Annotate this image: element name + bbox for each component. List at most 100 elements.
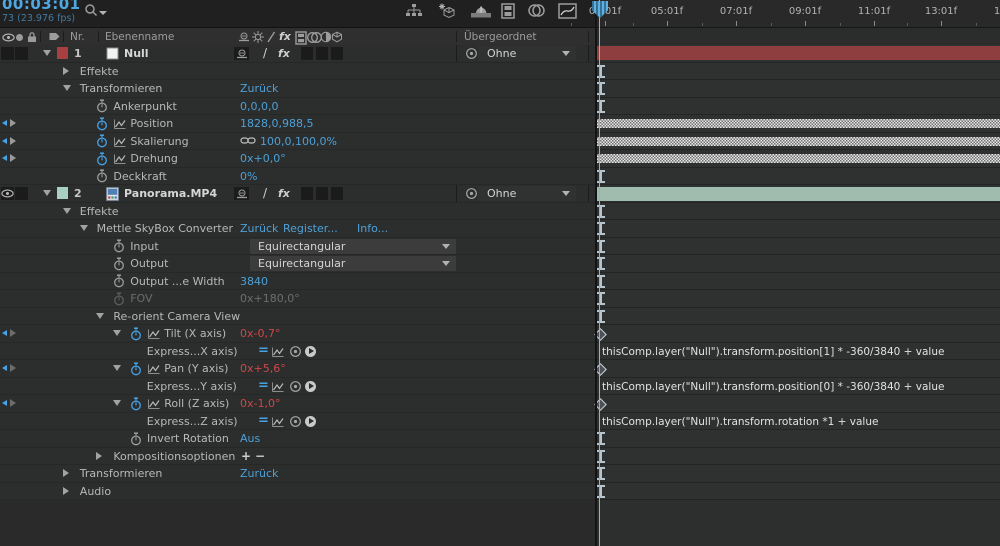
eye-icon[interactable] bbox=[2, 33, 15, 42]
reset-link[interactable]: Register... bbox=[283, 222, 338, 235]
audio-switch[interactable] bbox=[15, 187, 28, 200]
current-timecode[interactable]: 00:03:01 bbox=[2, 0, 81, 13]
layer-switch-cell[interactable] bbox=[331, 187, 343, 200]
graph-toggle-icon[interactable] bbox=[147, 328, 161, 340]
stopwatch-icon[interactable] bbox=[130, 327, 142, 341]
next-keyframe-arrow[interactable] bbox=[10, 329, 16, 337]
constrain-proportions-icon[interactable] bbox=[240, 136, 256, 145]
group-expand-icon[interactable] bbox=[96, 452, 102, 460]
reset-link[interactable]: Zurück bbox=[240, 467, 278, 480]
stopwatch-icon[interactable] bbox=[96, 134, 108, 148]
layer-duration-bar[interactable] bbox=[597, 46, 1000, 60]
prev-keyframe-arrow[interactable] bbox=[2, 120, 7, 126]
quality-switch[interactable]: / bbox=[263, 46, 267, 60]
layer-expand-icon[interactable] bbox=[43, 50, 51, 56]
stopwatch-icon[interactable] bbox=[96, 99, 108, 113]
keyframes-dense-band[interactable] bbox=[597, 119, 1000, 128]
quality-switch[interactable]: / bbox=[263, 186, 267, 200]
expression-text[interactable]: thisComp.layer("Null").transform.positio… bbox=[602, 381, 944, 393]
prop-expand-icon[interactable] bbox=[113, 365, 121, 371]
layer-duration-bar[interactable] bbox=[597, 187, 1000, 201]
parent-dropdown[interactable]: Ohne bbox=[478, 46, 576, 61]
property-value[interactable]: 0% bbox=[240, 170, 257, 183]
graph-toggle-icon[interactable] bbox=[147, 398, 161, 410]
expression-text[interactable]: thisComp.layer("Null").transform.rotatio… bbox=[602, 416, 878, 428]
property-value[interactable]: Aus bbox=[240, 432, 260, 445]
stopwatch-icon[interactable] bbox=[96, 169, 108, 183]
prev-keyframe-arrow[interactable] bbox=[2, 155, 7, 161]
graph-toggle-icon[interactable] bbox=[113, 153, 127, 165]
prop-expand-icon[interactable] bbox=[113, 400, 121, 406]
reset-link[interactable]: Info... bbox=[357, 222, 388, 235]
parent-dropdown[interactable]: Ohne bbox=[478, 186, 576, 201]
property-value[interactable]: 0x-1,0° bbox=[240, 397, 280, 410]
stopwatch-icon[interactable] bbox=[113, 292, 125, 306]
label-color-icon[interactable] bbox=[48, 31, 61, 42]
next-keyframe-arrow[interactable] bbox=[10, 399, 16, 407]
draft-3d-icon[interactable] bbox=[438, 3, 458, 20]
graph-toggle-icon[interactable] bbox=[113, 136, 127, 148]
property-value[interactable]: 0x+180,0° bbox=[240, 292, 300, 305]
current-time-indicator-line[interactable] bbox=[599, 0, 600, 546]
property-dropdown[interactable]: Equirectangular bbox=[250, 256, 456, 271]
frame-blending-icon[interactable] bbox=[470, 3, 492, 19]
layer-switch-cell[interactable] bbox=[331, 47, 343, 60]
property-value[interactable]: 0x-0,7° bbox=[240, 327, 280, 340]
group-expand-icon[interactable] bbox=[63, 208, 71, 214]
next-keyframe-arrow[interactable] bbox=[10, 137, 16, 145]
property-value[interactable]: 3840 bbox=[240, 275, 268, 288]
expression-enable-icon[interactable]: = bbox=[258, 343, 269, 358]
motion-blur-icon[interactable] bbox=[500, 3, 516, 19]
graph-toggle-icon[interactable] bbox=[113, 118, 127, 130]
prev-keyframe-arrow[interactable] bbox=[2, 400, 7, 406]
remove-option-icon[interactable]: − bbox=[255, 449, 265, 463]
group-expand-icon[interactable] bbox=[63, 67, 69, 75]
expression-graph-icon[interactable] bbox=[271, 346, 285, 358]
shy-icon[interactable] bbox=[238, 31, 250, 43]
stopwatch-icon[interactable] bbox=[130, 362, 142, 376]
layer-switch-cell[interactable] bbox=[301, 187, 313, 200]
layer-switch-cell[interactable] bbox=[301, 47, 313, 60]
property-value[interactable]: 1828,0,988,5 bbox=[240, 117, 313, 130]
group-expand-icon[interactable] bbox=[96, 313, 104, 319]
audio-switch[interactable] bbox=[15, 47, 28, 60]
keyframes-dense-band[interactable] bbox=[597, 137, 1000, 146]
parent-pickwhip-icon[interactable] bbox=[465, 47, 478, 60]
next-keyframe-arrow[interactable] bbox=[10, 364, 16, 372]
composition-flowchart-icon[interactable] bbox=[404, 3, 424, 19]
prev-keyframe-arrow[interactable] bbox=[2, 330, 7, 336]
fx-switch[interactable]: fx bbox=[278, 187, 290, 200]
layer-label-color[interactable] bbox=[57, 187, 68, 199]
column-nr[interactable]: Nr. bbox=[70, 31, 85, 43]
prev-keyframe-arrow[interactable] bbox=[2, 365, 7, 371]
fx-switch[interactable]: fx bbox=[278, 47, 290, 60]
layer-name[interactable]: Panorama.MP4 bbox=[124, 187, 217, 200]
expression-language-menu-icon[interactable] bbox=[305, 346, 316, 357]
3d-layer-icon[interactable] bbox=[331, 31, 343, 43]
layer-name[interactable]: Null bbox=[124, 47, 149, 60]
layer-switch-cell[interactable] bbox=[316, 187, 328, 200]
expression-pickwhip-icon[interactable] bbox=[289, 415, 302, 428]
stopwatch-icon[interactable] bbox=[113, 257, 125, 271]
expression-language-menu-icon[interactable] bbox=[305, 416, 316, 427]
next-keyframe-arrow[interactable] bbox=[10, 154, 16, 162]
column-parent[interactable]: Übergeordnet bbox=[464, 31, 537, 43]
reset-link[interactable]: Zurück bbox=[240, 82, 278, 95]
fx-icon[interactable]: fx bbox=[279, 30, 291, 43]
expression-pickwhip-icon[interactable] bbox=[289, 345, 302, 358]
expression-pickwhip-icon[interactable] bbox=[289, 380, 302, 393]
expression-text[interactable]: thisComp.layer("Null").transform.positio… bbox=[602, 346, 944, 358]
reset-link[interactable]: Zurück bbox=[240, 222, 278, 235]
group-expand-icon[interactable] bbox=[80, 225, 88, 231]
group-expand-icon[interactable] bbox=[63, 85, 71, 91]
brainstorm-icon[interactable] bbox=[528, 3, 545, 18]
property-value[interactable]: 0x+0,0° bbox=[240, 152, 286, 165]
layer-label-color[interactable] bbox=[57, 47, 68, 59]
video-switch[interactable] bbox=[1, 47, 14, 60]
graph-editor-icon[interactable] bbox=[558, 3, 577, 19]
next-keyframe-arrow[interactable] bbox=[10, 119, 16, 127]
stopwatch-icon[interactable] bbox=[113, 239, 125, 253]
property-value[interactable]: 100,0,100,0% bbox=[260, 135, 337, 148]
graph-toggle-icon[interactable] bbox=[147, 363, 161, 375]
column-layer-name[interactable]: Ebenenname bbox=[105, 31, 174, 43]
